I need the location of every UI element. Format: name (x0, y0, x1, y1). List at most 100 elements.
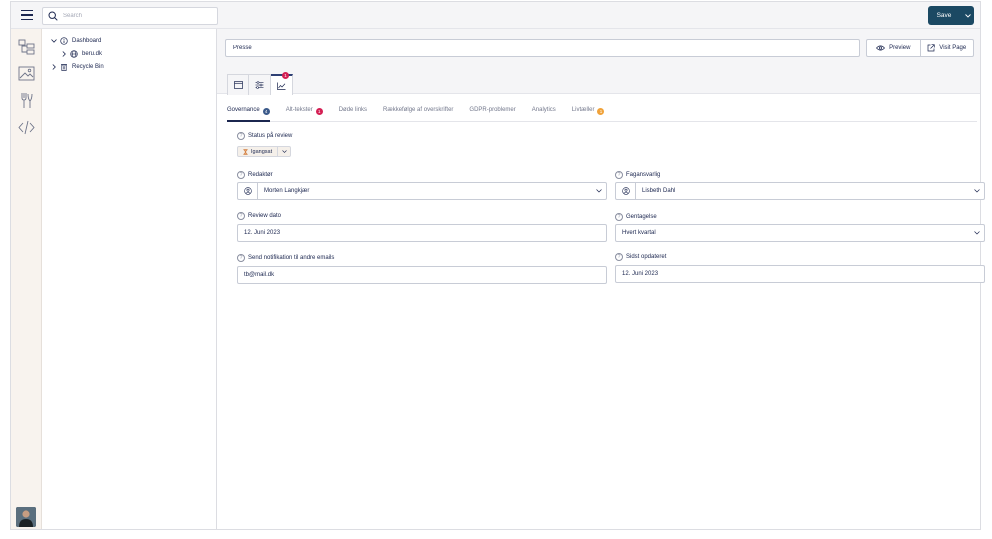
chevron-down-icon (592, 189, 606, 193)
preview-label: Preview (889, 45, 911, 51)
tab-alt-tekster[interactable]: Alt-tekster 1 (286, 107, 323, 122)
notify-emails-field[interactable]: tb@mail.dk (237, 266, 607, 284)
external-link-icon (927, 44, 935, 52)
save-button[interactable]: Save (928, 6, 962, 25)
avatar[interactable] (16, 507, 36, 527)
tab-governance[interactable]: 1 (271, 72, 293, 95)
tab-governance-overview[interactable]: Governance 4 (227, 107, 270, 122)
visit-page-button[interactable]: Visit Page (919, 40, 974, 56)
chevron-down-icon (970, 231, 984, 235)
people-icon (238, 183, 258, 199)
search-input[interactable] (63, 10, 213, 22)
sliders-icon (255, 81, 264, 89)
tab-label: Rækkefølge af overskrifter (383, 107, 454, 113)
chevron-down-icon (970, 189, 984, 193)
tab-raekkefolge[interactable]: Rækkefølge af overskrifter (383, 107, 453, 122)
eye-icon (876, 45, 886, 51)
sidst-opdateret-label: ? Sidst opdateret (615, 253, 666, 261)
tree-item-recycle-bin[interactable]: Recycle Bin (50, 61, 104, 72)
fagansvarlig-label: ? Fagansvarlig (615, 171, 660, 179)
question-icon[interactable]: ? (237, 212, 245, 220)
review-date-label: ? Review dato (237, 212, 281, 220)
visit-page-label: Visit Page (939, 45, 967, 51)
document-icon (233, 81, 243, 89)
question-icon[interactable]: ? (237, 132, 245, 140)
question-icon[interactable]: ? (615, 171, 623, 179)
notify-emails-value: tb@mail.dk (244, 272, 275, 278)
gentagelse-label: ? Gentagelse (615, 213, 657, 221)
save-button-group: Save (928, 6, 974, 25)
content-tree-icon[interactable] (18, 38, 35, 55)
tab-content[interactable] (227, 74, 249, 95)
fagansvarlig-select[interactable]: Lisbeth Dahl (615, 182, 985, 200)
redaktor-label: ? Redaktør (237, 171, 273, 179)
hourglass-icon (243, 148, 248, 155)
notify-label: ? Send notifikation til andre emails (237, 254, 334, 262)
chevron-right-icon[interactable] (60, 50, 68, 58)
tab-livtaeller[interactable]: Livtæller 1 (572, 107, 605, 122)
globe-icon (70, 49, 78, 58)
tree-item-label: beru.dk (82, 50, 103, 57)
count-badge: 1 (597, 107, 605, 115)
tab-label: Livtæller (571, 107, 595, 113)
question-icon[interactable]: ? (237, 254, 245, 262)
editor-header: Preview Visit Page 1 (217, 29, 980, 95)
review-date-field[interactable]: 12. Juni 2023 (237, 224, 607, 242)
question-icon[interactable]: ? (615, 253, 623, 261)
code-icon[interactable] (18, 119, 35, 136)
tab-analytics[interactable]: Analytics (532, 107, 556, 122)
redaktor-select[interactable]: Morten Langkjær (237, 182, 607, 200)
count-badge: 4 (262, 107, 270, 115)
tab-label: Døde links (338, 107, 368, 113)
status-caret[interactable] (277, 147, 290, 156)
redaktor-value: Morten Langkjær (264, 188, 310, 194)
search-icon (48, 11, 58, 21)
status-text: Igangsat (251, 148, 273, 155)
tab-badge: 1 (282, 72, 289, 79)
chevron-right-icon[interactable] (50, 63, 58, 71)
chart-icon (277, 82, 286, 90)
tab-label: Alt-tekster (285, 107, 313, 113)
label-text: Status på review (248, 133, 293, 139)
tree-item-label: Recycle Bin (72, 63, 104, 70)
menu-icon[interactable] (21, 10, 33, 20)
content-tree: Dashboard beru.dk Recycle Bin (42, 29, 217, 529)
question-icon[interactable]: ? (237, 171, 245, 179)
tree-item-label: Dashboard (72, 37, 102, 44)
chevron-down-icon (965, 13, 971, 18)
settings-tools-icon[interactable] (18, 92, 35, 109)
chevron-down-icon (281, 150, 287, 153)
status-label: ? Status på review (237, 132, 292, 140)
document-name-input[interactable] (225, 39, 860, 57)
status-value[interactable]: Igangsat (238, 147, 277, 156)
people-icon (616, 183, 636, 199)
page-actions: Preview Visit Page (866, 39, 974, 57)
label-text: Redaktør (248, 172, 273, 178)
tree-item-dashboard[interactable]: Dashboard (50, 35, 101, 46)
section-rail (11, 29, 42, 529)
tab-dode-links[interactable]: Døde links (339, 107, 367, 122)
chevron-down-icon[interactable] (50, 37, 58, 45)
search-box[interactable] (42, 7, 218, 25)
save-options-button[interactable] (962, 6, 974, 25)
tab-gdpr[interactable]: GDPR-problemer (469, 107, 515, 122)
gentagelse-value: Hvert kvartal (622, 230, 656, 236)
preview-button[interactable]: Preview (867, 40, 920, 56)
tab-label: Governance (227, 107, 260, 113)
tree-item-beru[interactable]: beru.dk (60, 48, 102, 59)
label-text: Sidst opdateret (626, 254, 667, 260)
tab-label: Analytics (531, 107, 556, 113)
count-badge: 1 (315, 107, 323, 115)
governance-sub-tabs: Governance 4 Alt-tekster 1 Døde links Rækk… (227, 107, 977, 122)
gentagelse-select[interactable]: Hvert kvartal (615, 224, 985, 242)
top-bar: Save (11, 2, 980, 29)
label-text: Fagansvarlig (626, 172, 661, 178)
trash-icon (61, 63, 67, 71)
status-dropdown[interactable]: Igangsat (237, 146, 292, 157)
question-icon[interactable]: ? (615, 213, 623, 221)
sidst-opdateret-field: 12. Juni 2023 (615, 265, 985, 283)
editor-main: Preview Visit Page 1 (217, 29, 985, 529)
tab-settings[interactable] (249, 74, 271, 95)
tab-label: GDPR-problemer (469, 107, 516, 113)
media-icon[interactable] (18, 65, 35, 82)
